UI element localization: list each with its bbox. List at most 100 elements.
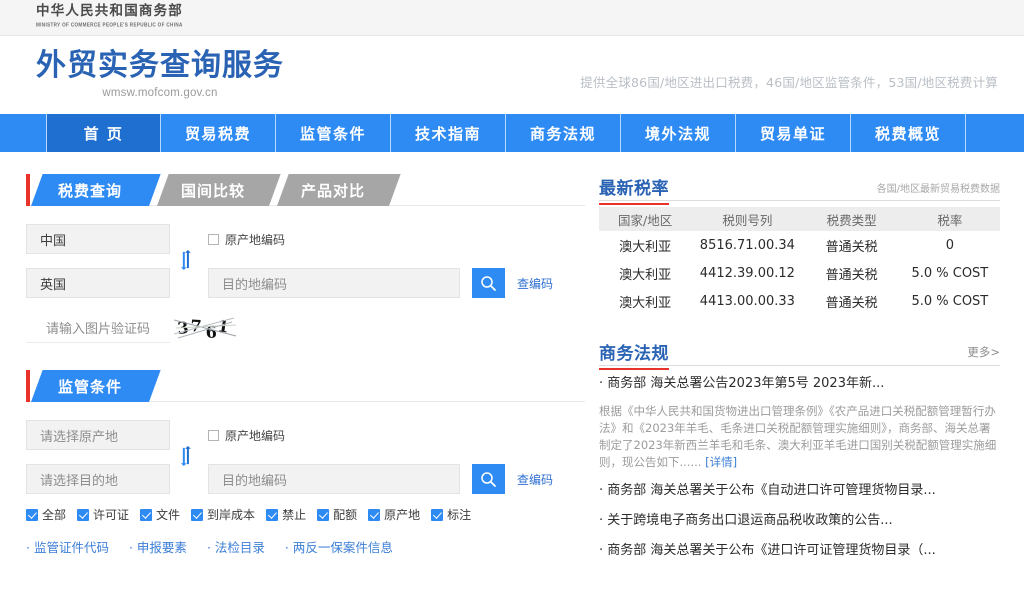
business-regulations-header: 商务法规 更多> (599, 339, 1000, 370)
nav-item-tech-guide[interactable]: 技术指南 (391, 114, 506, 152)
search-icon (481, 275, 496, 291)
cell-country: 澳大利亚 (619, 267, 672, 283)
filter-prohibited[interactable]: 禁止 (266, 506, 306, 523)
regulation-row-origin: 请选择原产地 原产地编码 (26, 420, 585, 450)
filter-origin[interactable]: 原产地 (368, 506, 420, 523)
regulation-section-header: 监管条件 (26, 370, 585, 402)
captcha-glyphs: 3 7 6 1 (174, 316, 237, 342)
column-tariff-no: 税则号列 (691, 207, 804, 231)
link-regulation-cert-code[interactable]: 监管证件代码 (26, 537, 109, 556)
link-declaration-elements[interactable]: 申报要素 (129, 537, 187, 556)
nav-item-foreign-law[interactable]: 境外法规 (621, 114, 736, 152)
table-row[interactable]: 澳大利亚 4412.39.00.12 普通关税 5.0 % COST (599, 259, 1000, 287)
filter-landed-cost-label: 到岸成本 (207, 508, 256, 522)
tab-tax-query[interactable]: 税费查询 (31, 174, 161, 206)
swap-vertical-icon[interactable] (177, 446, 195, 466)
regulation-search-button[interactable] (472, 464, 505, 494)
mofcom-logo: 中华人民共和国商务部 MINISTRY OF COMMERCE PEOPLE'S… (36, 3, 183, 28)
column-country: 国家/地区 (599, 207, 692, 231)
query-tab-strip: 税费查询 国间比较 产品对比 (26, 174, 585, 206)
filter-marking[interactable]: 标注 (431, 506, 471, 523)
swap-vertical-icon[interactable] (177, 250, 195, 270)
filter-marking-checkbox[interactable] (431, 508, 444, 521)
regulation-destination-code-input[interactable]: 目的地编码 (208, 464, 460, 494)
filter-license-checkbox[interactable] (77, 508, 90, 521)
section-accent-bar (26, 370, 30, 402)
destination-code-input[interactable]: 目的地编码 (208, 268, 460, 298)
captcha-image[interactable]: 3 7 6 1 (174, 312, 252, 344)
nav-item-regulation[interactable]: 监管条件 (276, 114, 391, 152)
column-tax-type: 税费类型 (803, 207, 900, 231)
list-item[interactable]: 商务部 海关总署关于公布《进口许可证管理货物目录（... (599, 540, 1000, 562)
tax-query-search-button[interactable] (472, 268, 505, 298)
filter-quota-checkbox[interactable] (317, 508, 330, 521)
list-item[interactable]: 商务部 海关总署公告2023年第5号 2023年新... (599, 373, 1000, 395)
filter-landed-cost-checkbox[interactable] (191, 508, 204, 521)
filter-document-label: 文件 (156, 508, 181, 522)
cell-rate: 0 (945, 237, 954, 253)
business-regulations-list: 商务部 海关总署公告2023年第5号 2023年新... 根据《中华人民共和国货… (599, 373, 1000, 562)
filter-quota-label: 配额 (333, 508, 358, 522)
table-row[interactable]: 澳大利亚 8516.71.00.34 普通关税 0 (599, 231, 1000, 259)
latest-rates-header: 最新税率 各国/地区最新贸易税费数据 (599, 174, 1000, 205)
page-title: 外贸实务查询服务 (36, 48, 284, 83)
filter-origin-checkbox[interactable] (368, 508, 381, 521)
filter-quota[interactable]: 配额 (317, 506, 357, 523)
regulation-query-form: 请选择原产地 原产地编码 请选择目的地 目的地编码 查编码 全部 许可证 文件 … (26, 402, 585, 556)
regulation-code-lookup-link[interactable]: 查编码 (517, 471, 553, 488)
link-trade-remedy-cases[interactable]: 两反一保案件信息 (285, 537, 393, 556)
link-inspection-catalog[interactable]: 法检目录 (207, 537, 265, 556)
origin-code-checkbox[interactable] (208, 233, 219, 245)
filter-license-label: 许可证 (93, 508, 130, 522)
filter-origin-label: 原产地 (384, 508, 421, 522)
main-content: 税费查询 国间比较 产品对比 中国 原产地编码 英国 目的地编码 查编码 请输入… (0, 152, 1024, 570)
business-regulations-title: 商务法规 (599, 339, 669, 370)
filter-document-checkbox[interactable] (140, 508, 153, 521)
nav-item-documents[interactable]: 贸易单证 (736, 114, 851, 152)
latest-rates-subtitle: 各国/地区最新贸易税费数据 (876, 184, 1000, 195)
left-column: 税费查询 国间比较 产品对比 中国 原产地编码 英国 目的地编码 查编码 请输入… (0, 152, 585, 570)
filter-prohibited-checkbox[interactable] (266, 508, 279, 521)
tax-query-row-origin: 中国 原产地编码 (26, 224, 585, 254)
nav-item-tax-overview[interactable]: 税费概览 (851, 114, 966, 152)
list-item[interactable]: 关于跨境电子商务出口退运商品税收政策的公告... (599, 510, 1000, 532)
filter-all[interactable]: 全部 (26, 506, 66, 523)
table-row[interactable]: 澳大利亚 4419.90.00.47 普通关税 5.0 % COST (599, 315, 1000, 324)
cell-tariff-no: 4419.90.00.47 (691, 315, 803, 324)
list-item[interactable]: 商务部 海关总署关于公布《自动进口许可管理货物目录... (599, 480, 1000, 502)
table-header-row: 国家/地区 税则号列 税费类型 税率 (599, 207, 1000, 231)
list-item-description-text: 根据《中华人民共和国货物进出口管理条例》《农产品进口关税配额管理暂行办法》和《2… (599, 404, 997, 469)
filter-prohibited-label: 禁止 (282, 508, 307, 522)
filter-license[interactable]: 许可证 (77, 506, 129, 523)
main-navigation: 首 页 贸易税费 监管条件 技术指南 商务法规 境外法规 贸易单证 税费概览 (0, 114, 1024, 152)
cell-rate: 5.0 % COST (911, 293, 989, 309)
nav-item-biz-law[interactable]: 商务法规 (506, 114, 621, 152)
origin-country-select[interactable]: 中国 (26, 224, 170, 254)
table-row[interactable]: 澳大利亚 4413.00.00.33 普通关税 5.0 % COST (599, 287, 1000, 315)
tab-product-compare[interactable]: 产品对比 (277, 174, 401, 206)
regulation-section-title: 监管条件 (57, 377, 122, 396)
regulation-origin-select[interactable]: 请选择原产地 (26, 420, 170, 450)
captcha-row: 请输入图片验证码 3 7 6 1 (26, 312, 585, 344)
ministry-name-cn: 中华人民共和国商务部 (36, 3, 183, 19)
latest-rates-panel: 最新税率 各国/地区最新贸易税费数据 国家/地区 税则号列 税费类型 税率 澳大… (599, 174, 1000, 323)
tax-query-code-lookup-link[interactable]: 查编码 (517, 275, 553, 292)
tab-country-compare[interactable]: 国间比较 (157, 174, 281, 206)
nav-item-home[interactable]: 首 页 (46, 114, 161, 152)
regulation-destination-select[interactable]: 请选择目的地 (26, 464, 170, 494)
filter-landed-cost[interactable]: 到岸成本 (191, 506, 255, 523)
nav-item-trade-tax[interactable]: 贸易税费 (161, 114, 276, 152)
filter-document[interactable]: 文件 (140, 506, 180, 523)
cell-tax-type: 普通关税 (803, 315, 899, 323)
captcha-input[interactable]: 请输入图片验证码 (26, 313, 170, 343)
regulation-origin-code-checkbox[interactable] (208, 429, 219, 441)
government-bar: 中华人民共和国商务部 MINISTRY OF COMMERCE PEOPLE'S… (0, 0, 1024, 36)
cell-tax-type: 普通关税 (825, 295, 878, 311)
filter-all-checkbox[interactable] (26, 508, 38, 521)
origin-code-checkbox-row[interactable]: 原产地编码 (208, 224, 285, 254)
destination-country-select[interactable]: 英国 (26, 268, 170, 298)
filter-marking-label: 标注 (447, 508, 472, 522)
business-regulations-more-link[interactable]: 更多> (967, 344, 1000, 360)
regulation-origin-code-checkbox-row[interactable]: 原产地编码 (208, 420, 285, 450)
list-item-detail-link[interactable]: [详情] (705, 455, 737, 469)
